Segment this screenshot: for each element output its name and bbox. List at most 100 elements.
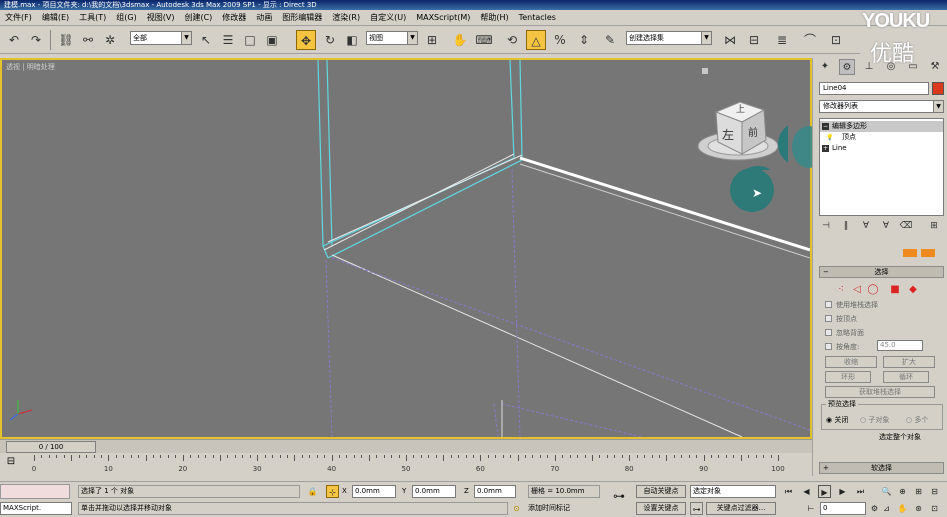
grow-button[interactable]: 扩大	[883, 356, 935, 368]
shrink-button[interactable]: 收缩	[825, 356, 877, 368]
edit-named-sel-icon[interactable]: ✎	[600, 30, 620, 50]
preview-multi-radio[interactable]: ○ 多个	[906, 415, 928, 425]
polygon-mode-icon[interactable]: ■	[889, 284, 901, 296]
checkbox[interactable]	[825, 301, 832, 308]
ring-button[interactable]: 环形	[825, 371, 871, 383]
menu-edit[interactable]: 编辑(E)	[37, 10, 74, 26]
vertex-mode-icon[interactable]: ⁖	[835, 284, 847, 296]
select-object-icon[interactable]: ↖	[196, 30, 216, 50]
keyboard-shortcut-icon[interactable]: ⌨	[474, 30, 494, 50]
remove-modifier-icon[interactable]: ∀	[879, 219, 893, 233]
add-time-tag[interactable]: 添加时间标记	[528, 502, 570, 515]
time-tag-icon[interactable]: ⊙	[510, 502, 523, 515]
zoom-extents-all-icon[interactable]: ⊟	[928, 485, 941, 498]
menu-help[interactable]: 帮助(H)	[475, 10, 513, 26]
maxscript-listener-pink[interactable]	[0, 484, 70, 499]
orbit-icon[interactable]: ⊛	[912, 502, 925, 515]
rollout-selection[interactable]: − 选择	[819, 266, 944, 278]
menu-maxscript[interactable]: MAXScript(M)	[411, 10, 475, 26]
expand-icon[interactable]: −	[822, 123, 829, 130]
viewcube[interactable]: 上 左 前	[696, 96, 822, 210]
create-tab-icon[interactable]: ✦	[817, 59, 833, 75]
stack-item-edit-poly[interactable]: − 编辑多边形	[820, 121, 943, 132]
set-key-button[interactable]: 设置关键点	[636, 502, 686, 515]
menu-tentacles[interactable]: Tentacles	[514, 10, 561, 26]
key-filters-button[interactable]: 关键点过滤器...	[706, 502, 776, 515]
border-mode-icon[interactable]: ◯	[867, 284, 879, 296]
maximize-viewport-icon[interactable]: ⊡	[928, 502, 941, 515]
percent-snap-icon[interactable]: %	[550, 30, 570, 50]
spinner-snap-icon[interactable]: ⇕	[574, 30, 594, 50]
preview-subobj-radio[interactable]: ○ 子对象	[860, 415, 889, 425]
get-stack-selection-button[interactable]: 获取堆栈选择	[825, 386, 935, 398]
zoom-icon[interactable]: 🔍	[880, 485, 893, 498]
loop-button[interactable]: 循环	[883, 371, 929, 383]
menu-file[interactable]: 文件(F)	[0, 10, 37, 26]
redo-icon[interactable]: ↷	[26, 30, 46, 50]
align-icon[interactable]: ⊟	[744, 30, 764, 50]
ref-coord-dropdown[interactable]: 视图 ▼	[366, 31, 418, 45]
menu-rendering[interactable]: 渲染(R)	[327, 10, 365, 26]
selection-filter-dropdown[interactable]: 全部 ▼	[130, 31, 192, 45]
unlink-icon[interactable]: ⚯	[78, 30, 98, 50]
fov-icon[interactable]: ⊿	[880, 502, 893, 515]
curve-editor-icon[interactable]: ⌒	[800, 30, 820, 50]
stack-item-line[interactable]: + Line	[820, 143, 943, 154]
toggle-swatch[interactable]	[921, 249, 935, 257]
zoom-extents-icon[interactable]: ⊞	[912, 485, 925, 498]
scale-icon[interactable]: ◧	[342, 30, 362, 50]
menu-create[interactable]: 创建(C)	[179, 10, 217, 26]
angle-value-field[interactable]: 45.0	[877, 340, 923, 351]
mini-curve-editor-icon[interactable]: ⊟	[4, 456, 18, 470]
mirror-icon[interactable]: ⋈	[720, 30, 740, 50]
preview-off-radio[interactable]: ◉ 关闭	[826, 415, 848, 425]
set-key-icon[interactable]: ⊶	[690, 502, 703, 515]
checkbox[interactable]	[825, 329, 832, 336]
check-use-stack-selection[interactable]: 使用堆栈选择	[825, 300, 878, 310]
goto-end-icon[interactable]: ⏭	[854, 485, 867, 498]
element-mode-icon[interactable]: ◆	[907, 284, 919, 296]
zoom-all-icon[interactable]: ⊕	[896, 485, 909, 498]
goto-start-icon[interactable]: ⏮	[782, 485, 795, 498]
timeline-ruler[interactable]: 0 10 20 30 40 50 60 70 80 90 100	[32, 455, 785, 475]
checkbox[interactable]	[825, 315, 832, 322]
key-mode-dropdown[interactable]: 选定对象	[690, 485, 776, 498]
pan-icon[interactable]: ✋	[896, 502, 909, 515]
check-by-angle[interactable]: 按角度:	[825, 342, 859, 352]
object-color-swatch[interactable]	[932, 82, 944, 95]
window-crossing-icon[interactable]: ▣	[262, 30, 282, 50]
manipulate-icon[interactable]: ✋	[450, 30, 470, 50]
rotate-icon[interactable]: ↻	[320, 30, 340, 50]
rollout-soft-selection[interactable]: + 软选择	[819, 462, 944, 474]
menu-views[interactable]: 视图(V)	[142, 10, 180, 26]
pivot-center-icon[interactable]: ⊞	[422, 30, 442, 50]
check-ignore-backfacing[interactable]: 忽略背面	[825, 328, 864, 338]
pin-stack-icon[interactable]: ⊣	[819, 219, 833, 233]
named-selection-dropdown[interactable]: 创建选择集 ▼	[626, 31, 712, 45]
edge-mode-icon[interactable]: ◁	[851, 284, 863, 296]
modify-tab-icon[interactable]: ⚙	[839, 59, 855, 75]
show-end-result-icon[interactable]: ‖	[839, 219, 853, 233]
time-slider-thumb[interactable]: 0 / 100	[6, 441, 96, 453]
x-coord-field[interactable]: 0.0mm	[352, 485, 396, 498]
stack-item-vertex[interactable]: 💡 顶点	[820, 132, 943, 143]
modifier-list-dropdown[interactable]: 修改器列表 ▼	[819, 100, 944, 113]
absolute-mode-icon[interactable]: ⊹	[326, 485, 339, 498]
auto-key-button[interactable]: 自动关键点	[636, 485, 686, 498]
select-link-icon[interactable]: ⛓	[56, 30, 76, 50]
layer-manager-icon[interactable]: ≣	[772, 30, 792, 50]
z-coord-field[interactable]: 0.0mm	[474, 485, 516, 498]
expand-icon[interactable]: +	[822, 145, 829, 152]
toggle-swatch[interactable]	[903, 249, 917, 257]
track-bar[interactable]: ⊟ 0 10 20 30 40 50 60 70 80 90 100	[0, 453, 812, 477]
key-icon[interactable]: ⊶	[608, 490, 630, 503]
y-coord-field[interactable]: 0.0mm	[412, 485, 456, 498]
make-unique-icon[interactable]: ∀	[859, 219, 873, 233]
menu-tools[interactable]: 工具(T)	[74, 10, 111, 26]
lock-selection-icon[interactable]: 🔒	[306, 485, 319, 498]
menu-modifiers[interactable]: 修改器	[217, 10, 251, 26]
move-icon[interactable]: ✥	[296, 30, 316, 50]
angle-snap-icon[interactable]: △	[526, 30, 546, 50]
check-by-vertex[interactable]: 按顶点	[825, 314, 857, 324]
schematic-view-icon[interactable]: ⊡	[826, 30, 846, 50]
